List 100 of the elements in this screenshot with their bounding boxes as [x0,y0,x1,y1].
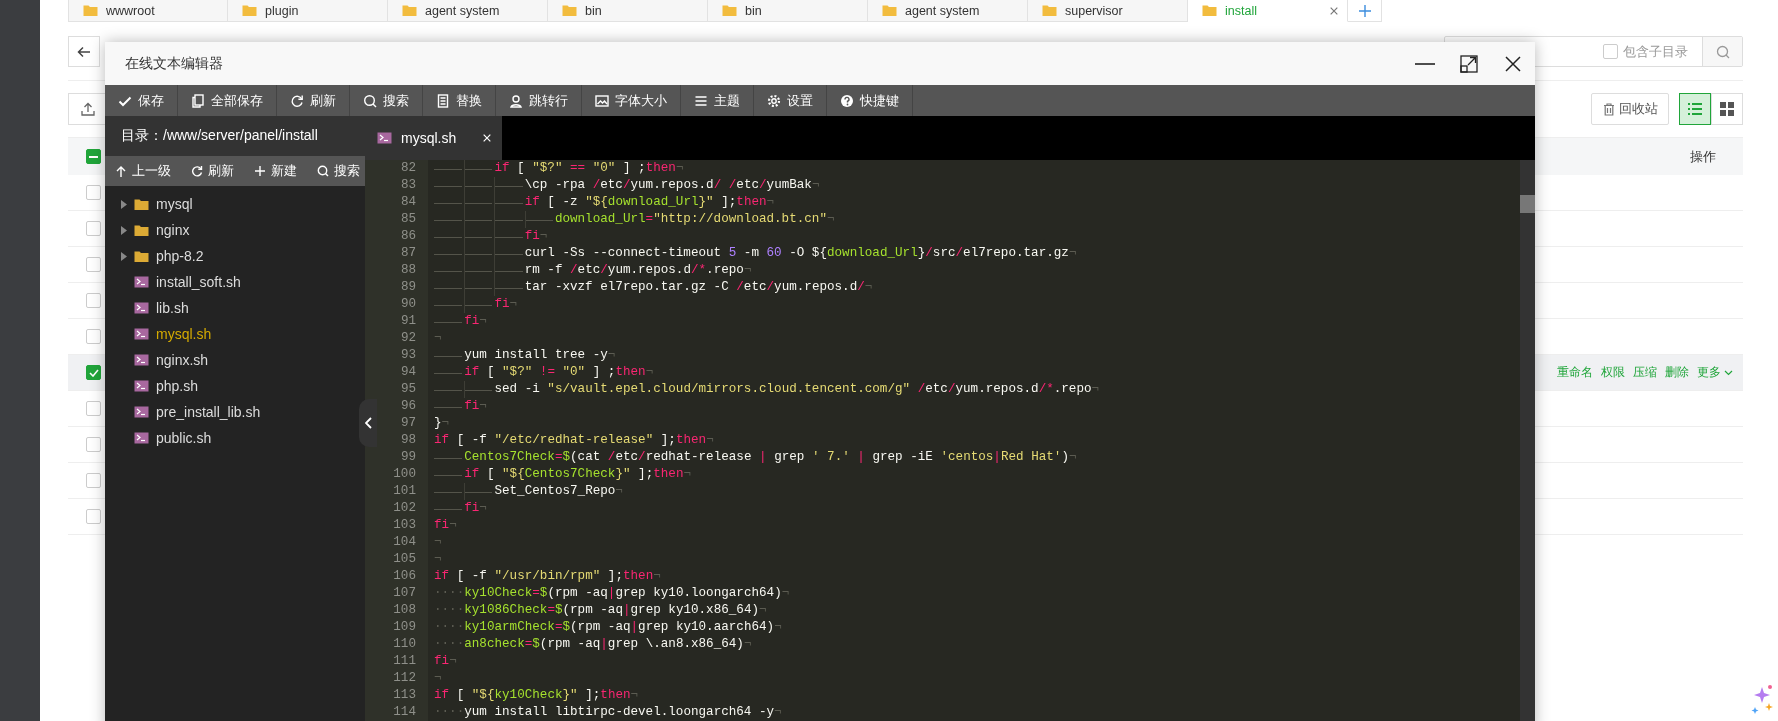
back-button[interactable] [68,36,100,67]
chevron-left-icon [364,417,372,429]
checkbox[interactable] [86,293,101,308]
code-line: ¬ [434,670,442,687]
close-icon [1503,53,1523,74]
terminal-file-icon [377,132,392,144]
code-line: fi¬ [434,653,457,670]
checkbox[interactable] [86,365,101,380]
tree-item[interactable]: lib.sh [105,295,189,321]
folder-tab[interactable]: agent system [868,0,1028,22]
folder-icon [134,223,149,237]
line-number: 90 [400,296,416,313]
terminal-file-icon [134,406,149,418]
sidebar-tool-button[interactable]: 新建 [254,162,297,180]
document-icon [436,93,450,108]
folder-tab[interactable]: supervisor [1028,0,1188,22]
maximize-icon [1459,53,1479,74]
sidebar-tool-button[interactable]: 上一级 [115,162,171,180]
checkbox-label: 包含子目录 [1623,42,1688,61]
tree-item[interactable]: nginx.sh [105,347,209,373]
line-number: 86 [400,228,416,245]
code-line: }¬ [434,415,450,432]
folder-icon [134,197,149,211]
folder-tab[interactable]: agent system [388,0,548,22]
code-line: rm -f /etc/yum.repos.d/*.repo¬ [434,262,752,279]
tree-item[interactable]: public.sh [105,425,212,451]
editor-tab[interactable]: mysql.sh [365,116,502,160]
checkbox[interactable] [86,149,101,164]
upload-button[interactable] [68,93,108,125]
tree-item[interactable]: php.sh [105,373,199,399]
column-header: 操作 [1690,147,1716,166]
code-line: Set_Centos7_Repo¬ [434,483,623,500]
tree-item[interactable]: mysql [105,191,193,217]
folder-tab[interactable]: wwwroot [68,0,228,22]
line-number: 110 [393,636,416,653]
line-number: 104 [393,534,416,551]
folder-icon [134,249,149,263]
folder-tab[interactable]: plugin [228,0,388,22]
code-line: sed -i "s/vault.epel.cloud/mirrors.cloud.tencent.com/g" /etc/yum.repos.d/*.repo¬ [434,381,1100,398]
code-line: ····ky10armCheck=$(rpm -aq|grep ky10.aarch64)¬ [434,619,782,636]
trash-icon [1602,102,1615,116]
checkbox[interactable] [86,509,101,524]
recycle-bin-button[interactable]: 回收站 [1591,93,1669,125]
line-number: 82 [400,160,416,177]
line-number: 95 [400,381,416,398]
picture-icon [595,93,609,108]
code-line: if [ -f "/etc/redhat-release" ];then¬ [434,432,714,449]
tree-item[interactable]: nginx [105,217,190,243]
folder-icon [1202,4,1217,17]
add-tab-button[interactable] [1348,0,1382,22]
code-line: download_Url="http://download.bt.cn"¬ [434,211,835,228]
tree-item[interactable]: install_soft.sh [105,269,241,295]
folder-tab[interactable]: bin [548,0,708,22]
line-number: 106 [393,568,416,585]
search-icon [363,93,377,108]
line-number: 88 [400,262,416,279]
code-line: fi¬ [434,296,518,313]
checkbox[interactable] [86,185,101,200]
grid-view-button[interactable] [1711,93,1743,125]
code-line: if [ "$?" == "0" ] ;then¬ [434,160,684,177]
checkbox[interactable] [86,329,101,344]
code-line: if [ "${Centos7Check}" ];then¬ [434,466,692,483]
search-button[interactable] [1702,37,1742,66]
folder-icon [242,4,257,17]
help-icon [840,93,854,108]
sidebar-tool-button[interactable]: 搜索 [317,162,360,180]
upload-icon [81,102,95,116]
terminal-file-icon [134,328,149,340]
line-number: 96 [400,398,416,415]
checkbox[interactable] [86,437,101,452]
code-line: if [ "${ky10Check}" ];then¬ [434,687,639,704]
folder-tab[interactable]: bin [708,0,868,22]
line-number: 94 [400,364,416,381]
terminal-file-icon [134,276,149,288]
tree-item[interactable]: pre_install_lib.sh [105,399,261,425]
checkbox[interactable] [86,401,101,416]
checkbox[interactable] [86,221,101,236]
checkbox[interactable] [86,473,101,488]
line-number: 112 [393,670,416,687]
code-line: fi¬ [434,228,548,245]
line-number: 92 [400,330,416,347]
code-line: ¬ [434,551,442,568]
plus-icon [254,165,266,177]
scrollbar[interactable] [1520,160,1535,721]
line-number: 99 [400,449,416,466]
line-number: 114 [393,704,416,721]
checkbox[interactable] [1603,44,1618,59]
line-number: 87 [400,245,416,262]
search-icon [317,165,329,177]
sidebar-tool-button[interactable]: 刷新 [191,162,234,180]
refresh-icon [191,165,203,177]
line-number: 102 [393,500,416,517]
list-icon [1688,103,1702,115]
collapse-sidebar-button[interactable] [359,399,377,447]
code-line: ····ky1086Check=$(rpm -aq|grep ky10.x86_64)¬ [434,602,767,619]
code-line: ¬ [434,330,442,347]
tree-item[interactable]: php-8.2 [105,243,204,269]
checkbox[interactable] [86,257,101,272]
tree-item[interactable]: mysql.sh [105,321,212,347]
code-line: if [ "$?" != "0" ] ;then¬ [434,364,654,381]
